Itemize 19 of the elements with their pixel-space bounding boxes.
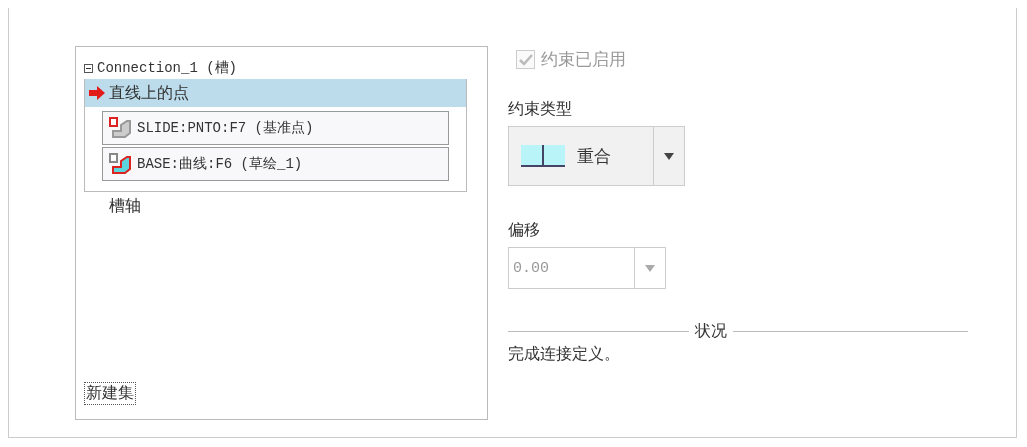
status-title: 状况 xyxy=(694,321,727,342)
status-message: 完成连接定义。 xyxy=(508,344,621,365)
reference-item[interactable]: BASE:曲线:F6 (草绘_1) xyxy=(102,147,449,181)
new-set-button[interactable]: 新建集 xyxy=(84,382,136,405)
tree-item[interactable]: 直线上的点 xyxy=(85,79,466,107)
tree-item[interactable]: 槽轴 xyxy=(85,192,466,220)
arrow-icon xyxy=(89,86,105,100)
constraint-type-dropdown[interactable]: 重合 xyxy=(508,126,685,186)
dropdown-arrow-icon xyxy=(645,264,655,272)
reference-item[interactable]: SLIDE:PNTO:F7 (基准点) xyxy=(102,111,449,145)
part-icon xyxy=(109,117,131,139)
dropdown-arrow-icon xyxy=(664,152,674,160)
part-icon xyxy=(109,153,131,175)
constraint-type-value: 重合 xyxy=(577,144,611,168)
offset-label: 偏移 xyxy=(508,220,541,241)
tree-item[interactable]: Connection_1 (槽) xyxy=(97,59,238,77)
collapse-icon[interactable] xyxy=(84,63,93,73)
coincident-icon xyxy=(521,145,565,167)
constraint-type-label: 约束类型 xyxy=(508,99,573,120)
